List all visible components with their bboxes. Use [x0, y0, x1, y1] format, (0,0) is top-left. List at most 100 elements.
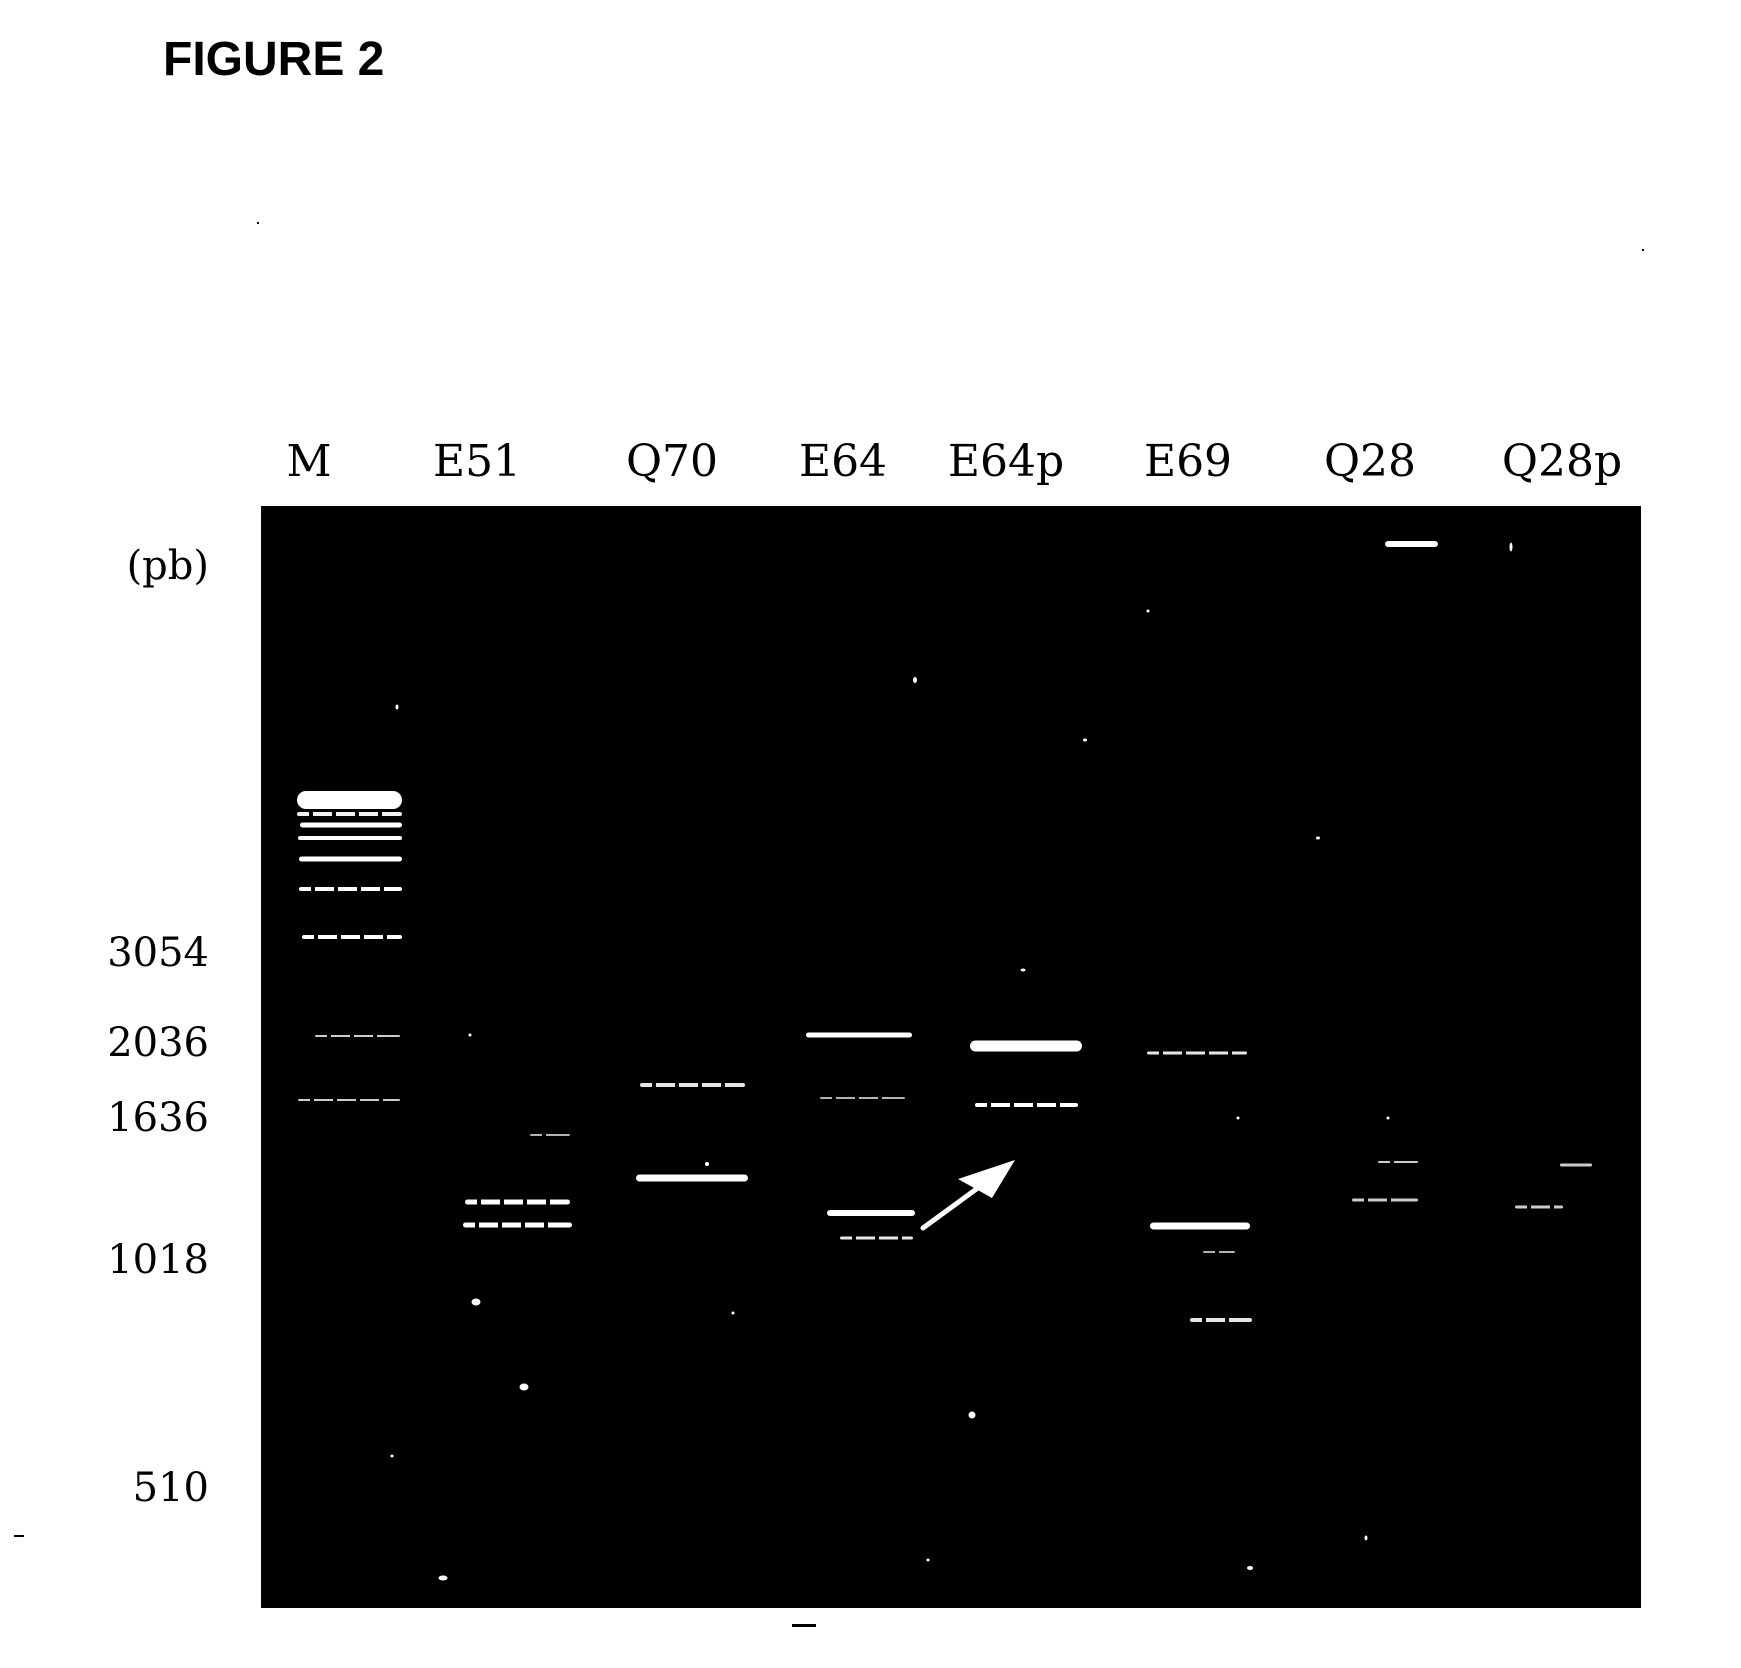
gel-band-gap: [380, 886, 384, 892]
gel-band-gap: [987, 1102, 991, 1108]
gel-band-gap: [878, 1096, 882, 1100]
gel-artifact-spot: [731, 1311, 735, 1315]
gel-band-gap: [1228, 1050, 1232, 1056]
gel-band-gap: [314, 934, 318, 940]
gel-artifact-spot: [1083, 738, 1087, 742]
lane-label-e64p: E64p: [947, 436, 1065, 487]
gel-band-gap: [832, 1096, 836, 1100]
lane-label-q28p: Q28p: [1501, 436, 1623, 487]
gel-band-gap: [1205, 1050, 1209, 1056]
gel-band-gap: [721, 1082, 725, 1088]
gel-band-gap: [542, 1133, 546, 1137]
gel-band-gap: [652, 1082, 656, 1088]
gel-band-gap: [546, 1198, 550, 1206]
gel-band-e69: [1150, 1222, 1250, 1230]
gel-artifact-spot: [519, 1383, 529, 1391]
gel-band-gap: [675, 1082, 679, 1088]
gel-band-m: [298, 836, 402, 840]
gel-band-gap: [360, 934, 364, 940]
gel-band-gap: [332, 811, 336, 817]
gel-band-q28p: [1560, 1163, 1592, 1167]
size-label-1636: 1636: [107, 1095, 209, 1141]
gel-band-e51: [463, 1222, 572, 1228]
gel-band-gap: [1527, 1204, 1531, 1210]
gel-artifact-spot: [1236, 1116, 1240, 1120]
gel-artifact-spot: [438, 1575, 448, 1581]
gel-band-gap: [855, 1096, 859, 1100]
gel-artifact-spot: [395, 704, 399, 710]
gel-band-m: [297, 791, 402, 809]
lane-label-m: M: [286, 436, 332, 487]
gel-bands-layer: [297, 541, 1592, 1581]
gel-band-e64p: [970, 1040, 1082, 1052]
gel-band-e64: [827, 1210, 915, 1216]
gel-band-gap: [898, 1235, 902, 1241]
gel-band-e69: [1190, 1318, 1252, 1322]
lane-label-e69: E69: [1143, 436, 1233, 487]
gel-band-gap: [875, 1235, 879, 1241]
gel-band-gap: [311, 886, 315, 892]
gel-band-gap: [1182, 1050, 1186, 1056]
gel-band-gap: [1215, 1250, 1219, 1254]
unit-label: (pb): [126, 543, 209, 589]
gel-band-gap: [544, 1221, 548, 1229]
gel-band-gap: [356, 1098, 360, 1102]
gel-band-q28: [1378, 1161, 1418, 1163]
stray-mark: [257, 222, 259, 224]
gel-band-q28: [1385, 541, 1438, 547]
gel-artifact-spot: [390, 1454, 394, 1458]
gel-band-gap: [1387, 1197, 1391, 1203]
size-label-1018: 1018: [107, 1237, 209, 1283]
gel-band-gap: [337, 934, 341, 940]
gel-band-gap: [309, 811, 313, 817]
gel-band-gap: [523, 1198, 527, 1206]
arrow-head-icon: [958, 1160, 1015, 1198]
gel-band-gap: [698, 1082, 702, 1088]
gel-artifact-spot: [1364, 1535, 1368, 1541]
gel-band-m: [300, 822, 402, 828]
lane-label-e51: E51: [432, 436, 522, 487]
gel-band-gap: [1010, 1102, 1014, 1108]
lane-label-e64: E64: [798, 436, 888, 487]
gel-band-gap: [327, 1034, 331, 1038]
gel-artifact-spot: [1020, 968, 1026, 972]
bottom-dash-mark: [792, 1624, 816, 1627]
gel-band-gap: [350, 1034, 354, 1038]
lane-label-q28: Q28: [1323, 436, 1417, 487]
gel-band-m: [299, 856, 402, 862]
gel-band-gap: [1033, 1102, 1037, 1108]
size-label-2036: 2036: [107, 1020, 209, 1066]
gel-band-gap: [1390, 1160, 1394, 1164]
gel-band-q28: [1352, 1198, 1418, 1202]
gel-artifact-spot: [1509, 542, 1513, 552]
gel-band-gap: [1202, 1317, 1206, 1323]
size-label-510: 510: [132, 1465, 209, 1511]
figure-title: FIGURE 2: [163, 33, 385, 86]
gel-band-gap: [1159, 1050, 1163, 1056]
stray-mark: [14, 1535, 24, 1537]
gel-band-gap: [498, 1221, 502, 1229]
lane-label-q70: Q70: [625, 436, 719, 487]
gel-band-gap: [310, 1098, 314, 1102]
gel-band-gap: [1056, 1102, 1060, 1108]
gel-band-gap: [379, 1098, 383, 1102]
gel-band-e51: [530, 1134, 570, 1136]
gel-band-e64: [806, 1032, 912, 1038]
gel-artifact-spot: [968, 1411, 976, 1419]
size-label-3054: 3054: [107, 930, 209, 976]
gel-band-gap: [373, 1034, 377, 1038]
gel-artifact-spot: [1316, 836, 1320, 840]
gel-band-q28p: [1515, 1205, 1563, 1209]
gel-band-gap: [1364, 1197, 1368, 1203]
gel-artifact-spot: [926, 1558, 930, 1562]
gel-artifact-spot: [1146, 609, 1150, 613]
gel-band-gap: [852, 1235, 856, 1241]
stray-mark: [1642, 249, 1644, 251]
gel-band-gap: [475, 1221, 479, 1229]
gel-band-gap: [1225, 1317, 1229, 1323]
gel-band-gap: [1550, 1204, 1554, 1210]
gel-band-gap: [383, 934, 387, 940]
gel-band-gap: [334, 886, 338, 892]
gel-artifact-spot: [705, 1162, 709, 1166]
gel-artifact-spot: [1386, 1116, 1390, 1120]
